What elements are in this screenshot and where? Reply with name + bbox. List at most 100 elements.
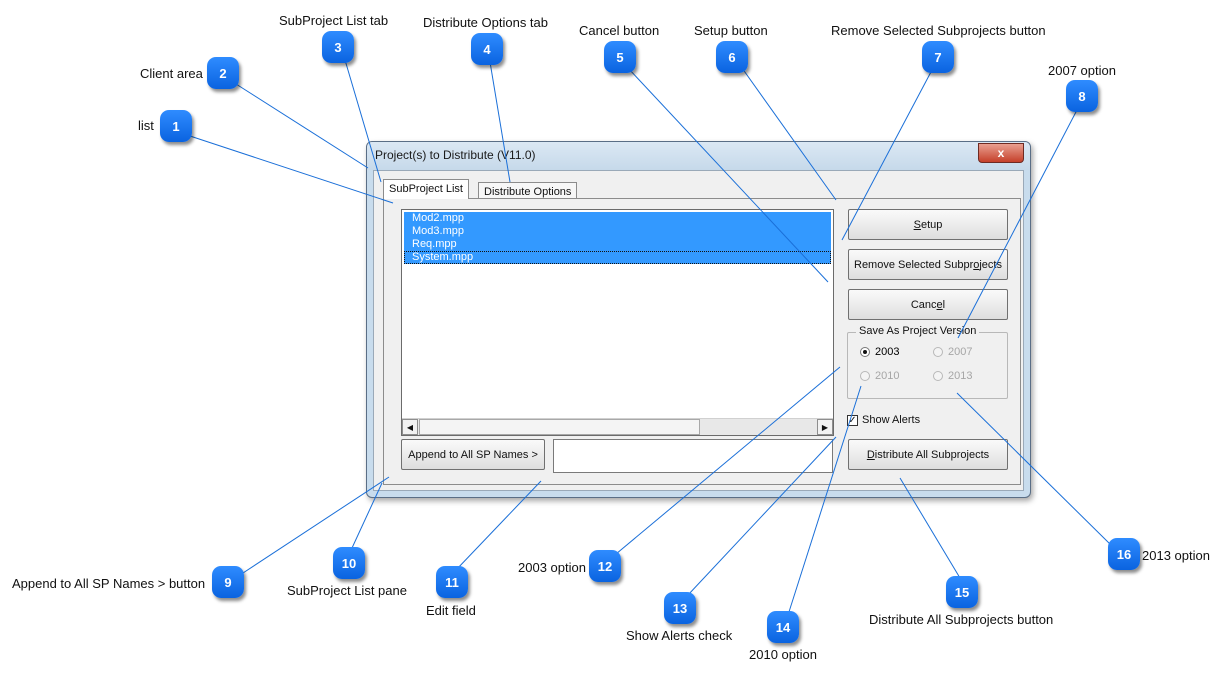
annotation-label-subproject-list-tab: SubProject List tab — [279, 13, 389, 28]
radio-2003-label: 2003 — [875, 346, 900, 358]
scroll-thumb[interactable] — [419, 419, 700, 435]
save-as-project-version-group: Save As Project Version 2003 2007 2010 2… — [847, 325, 1008, 399]
scroll-right-button[interactable]: ▶ — [817, 419, 833, 435]
dialog-window: Project(s) to Distribute (V11.0) x SubPr… — [366, 141, 1031, 498]
arrow-left-icon: ◀ — [406, 422, 414, 432]
tab-distribute-options-label: Distribute Options — [484, 186, 572, 198]
close-button[interactable]: x — [978, 143, 1024, 163]
radio-2013-dot — [933, 371, 943, 381]
annotation-label-subproject-list-pane: SubProject List pane — [287, 583, 407, 598]
badge-number: 2 — [219, 65, 227, 81]
append-label: Append to All SP Names > — [408, 448, 538, 461]
list-item[interactable]: Mod3.mpp — [404, 225, 831, 238]
badge-number: 13 — [672, 600, 688, 616]
remove-label-pre: Remove Selected Subpr — [854, 258, 974, 271]
setup-label-post: etup — [920, 218, 943, 231]
annotation-badge-13: 13 — [664, 592, 696, 624]
annotation-label-list: list — [138, 118, 154, 133]
arrow-right-icon: ▶ — [821, 422, 829, 432]
annotation-label-cancel-button: Cancel button — [579, 23, 660, 38]
checkmark-icon: ✓ — [847, 414, 858, 426]
annotation-badge-15: 15 — [946, 576, 978, 608]
list-item[interactable]: Req.mpp — [404, 238, 831, 251]
horizontal-scrollbar[interactable]: ◀ ▶ — [402, 418, 833, 435]
subproject-list-pane: Mod2.mpp Mod3.mpp Req.mpp System.mpp ◀ ▶… — [383, 198, 1021, 485]
annotation-label-remove-selected-subprojects-button: Remove Selected Subprojects button — [831, 23, 1046, 38]
annotation-label-append-button: Append to All SP Names > button — [12, 576, 206, 591]
badge-number: 7 — [934, 49, 942, 65]
annotation-label-edit-field: Edit field — [426, 603, 476, 618]
tab-subproject-list[interactable]: SubProject List — [383, 179, 469, 199]
annotation-label-2013-option: 2013 option — [1142, 548, 1210, 563]
radio-2003[interactable]: 2003 — [860, 346, 899, 358]
tab-subproject-list-label: SubProject List — [389, 183, 463, 195]
annotation-badge-2: 2 — [207, 57, 239, 89]
radio-2003-dot — [860, 347, 870, 357]
badge-number: 14 — [775, 619, 791, 635]
append-to-all-sp-names-button[interactable]: Append to All SP Names > — [401, 439, 545, 470]
radio-2007[interactable]: 2007 — [933, 346, 972, 358]
close-icon: x — [997, 146, 1005, 160]
badge-number: 12 — [597, 558, 613, 574]
annotation-label-2003-option: 2003 option — [518, 560, 586, 575]
annotation-badge-4: 4 — [471, 33, 503, 65]
remove-label-post: jects — [979, 258, 1002, 271]
scroll-left-button[interactable]: ◀ — [402, 419, 418, 435]
dialog-title: Project(s) to Distribute (V11.0) — [375, 148, 536, 162]
remove-selected-subprojects-button[interactable]: Remove Selected Subpr o jects — [848, 249, 1008, 280]
badge-number: 3 — [334, 39, 342, 55]
edit-field[interactable] — [553, 439, 833, 473]
annotation-badge-12: 12 — [589, 550, 621, 582]
distribute-label-mnemonic: D — [866, 448, 875, 461]
badge-number: 5 — [616, 49, 624, 65]
radio-2010-dot — [860, 371, 870, 381]
distribute-all-subprojects-button[interactable]: Distribute All Subprojects — [848, 439, 1008, 470]
annotation-badge-6: 6 — [716, 41, 748, 73]
annotation-label-2010-option: 2010 option — [749, 647, 817, 662]
cancel-button[interactable]: Canc e l — [848, 289, 1008, 320]
annotation-label-setup-button: Setup button — [694, 23, 768, 38]
annotation-badge-11: 11 — [436, 566, 468, 598]
badge-number: 8 — [1078, 88, 1086, 104]
annotation-badge-10: 10 — [333, 547, 365, 579]
radio-2013[interactable]: 2013 — [933, 370, 972, 382]
badge-number: 10 — [341, 555, 357, 571]
list-item[interactable]: System.mpp — [404, 251, 831, 264]
setup-label-mnemonic: S — [913, 218, 921, 231]
setup-button[interactable]: Setup — [848, 209, 1008, 240]
save-as-legend: Save As Project Version — [856, 325, 980, 337]
annotation-label-distribute-all-subprojects-button: Distribute All Subprojects button — [869, 612, 1054, 627]
annotation-label-2007-option: 2007 option — [1048, 63, 1116, 78]
radio-2007-label: 2007 — [948, 346, 973, 358]
badge-number: 16 — [1116, 546, 1132, 562]
tab-distribute-options[interactable]: Distribute Options — [478, 182, 578, 199]
radio-2010[interactable]: 2010 — [860, 370, 899, 382]
radio-2010-label: 2010 — [875, 370, 900, 382]
show-alerts-checkbox[interactable]: ✓ Show Alerts — [847, 414, 920, 426]
annotation-badge-5: 5 — [604, 41, 636, 73]
annotation-badge-14: 14 — [767, 611, 799, 643]
radio-2007-dot — [933, 347, 943, 357]
radio-2013-label: 2013 — [948, 370, 973, 382]
badge-number: 6 — [728, 49, 736, 65]
show-alerts-label: Show Alerts — [862, 414, 921, 426]
annotation-badge-16: 16 — [1108, 538, 1140, 570]
annotation-label-client-area: Client area — [140, 66, 203, 81]
title-bar[interactable]: Project(s) to Distribute (V11.0) x — [367, 142, 1030, 170]
distribute-label-post: istribute All Subprojects — [874, 448, 990, 461]
badge-number: 9 — [224, 574, 232, 590]
annotation-badge-1: 1 — [160, 110, 192, 142]
annotation-badge-3: 3 — [322, 31, 354, 63]
annotation-badge-9: 9 — [212, 566, 244, 598]
annotation-label-show-alerts-check: Show Alerts check — [626, 628, 733, 643]
list-item[interactable]: Mod2.mpp — [404, 212, 831, 225]
client-area: SubProject List Distribute Options Mod2.… — [373, 170, 1024, 491]
subproject-list[interactable]: Mod2.mpp Mod3.mpp Req.mpp System.mpp ◀ ▶ — [401, 209, 834, 436]
badge-number: 1 — [172, 118, 180, 134]
annotation-label-distribute-options-tab: Distribute Options tab — [423, 15, 549, 30]
badge-number: 11 — [445, 574, 459, 590]
cancel-label-pre: Canc — [910, 298, 937, 311]
cancel-label-post: l — [942, 298, 946, 311]
annotation-badge-7: 7 — [922, 41, 954, 73]
badge-number: 15 — [954, 584, 970, 600]
